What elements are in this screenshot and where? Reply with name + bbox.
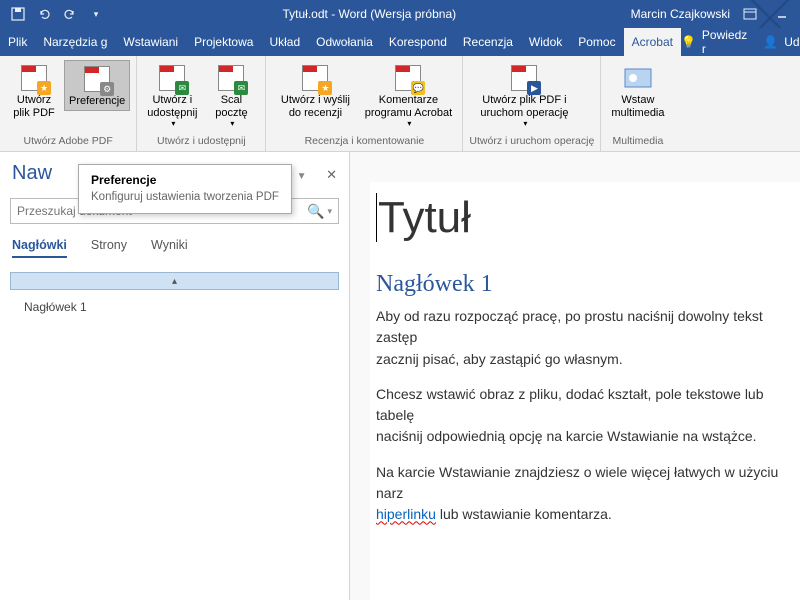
create-send-review-button[interactable]: ★ Utwórz i wyślij do recenzji: [272, 60, 358, 121]
search-dropdown-icon[interactable]: ▾: [327, 206, 332, 217]
tell-me[interactable]: Powiedz r: [702, 28, 747, 56]
tab-widok[interactable]: Widok: [521, 28, 570, 56]
group-multimedia: Wstaw multimedia Multimedia: [601, 56, 674, 151]
insert-multimedia-button[interactable]: Wstaw multimedia: [607, 60, 668, 121]
tab-odwolania[interactable]: Odwołania: [308, 28, 381, 56]
hyperlink[interactable]: hiperlinku: [376, 506, 436, 522]
document-title[interactable]: Tytuł: [376, 192, 800, 243]
group-label: Utwórz i udostępnij: [143, 133, 259, 149]
tab-narzedzia[interactable]: Narzędzia g: [35, 28, 115, 56]
navigation-pane: Naw ▼ ✕ 🔍 ▾ Nagłówki Strony Wyniki ▴ Nag…: [0, 152, 350, 600]
tab-plik[interactable]: Plik: [0, 28, 35, 56]
tab-pomoc[interactable]: Pomoc: [570, 28, 623, 56]
paragraph[interactable]: Aby od razu rozpocząć pracę, po prostu n…: [376, 306, 800, 370]
tab-wstawianie[interactable]: Wstawiani: [115, 28, 186, 56]
ribbon: ★ Utwórz plik PDF ⚙ Preferencje Utwórz A…: [0, 56, 800, 152]
preferences-button[interactable]: ⚙ Preferencje: [64, 60, 130, 111]
undo-icon[interactable]: [32, 2, 56, 26]
quick-access-toolbar: ▾: [6, 2, 108, 26]
paragraph[interactable]: Na karcie Wstawianie znajdziesz o wiele …: [376, 462, 800, 526]
tab-recenzja[interactable]: Recenzja: [455, 28, 521, 56]
group-create-adobe-pdf: ★ Utwórz plik PDF ⚙ Preferencje Utwórz A…: [0, 56, 137, 151]
share-icon: 👤: [763, 35, 778, 49]
create-pdf-button[interactable]: ★ Utwórz plik PDF: [6, 60, 62, 121]
group-label: Utwórz i uruchom operację: [469, 133, 594, 149]
search-icon[interactable]: 🔍: [307, 203, 324, 220]
nav-tab-results[interactable]: Wyniki: [151, 238, 188, 258]
user-name[interactable]: Marcin Czajkowski: [631, 7, 730, 21]
group-create-share: ✉ Utwórz i udostępnij▾ ✉ Scal pocztę▾ Ut…: [137, 56, 266, 151]
group-create-run-action: ▶ Utwórz plik PDF i uruchom operację▾ Ut…: [463, 56, 601, 151]
page[interactable]: Tytuł Nagłówek 1 Aby od razu rozpocząć p…: [370, 182, 800, 600]
heading-1[interactable]: Nagłówek 1: [376, 271, 800, 298]
group-review-comment: ★ Utwórz i wyślij do recenzji 💬 Komentar…: [266, 56, 463, 151]
nav-title: Naw: [12, 162, 52, 185]
document-area: Tytuł Nagłówek 1 Aby od razu rozpocząć p…: [350, 152, 800, 600]
collapse-all-button[interactable]: ▴: [10, 272, 339, 290]
tab-uklad[interactable]: Układ: [261, 28, 308, 56]
create-share-button[interactable]: ✉ Utwórz i udostępnij▾: [143, 60, 201, 130]
heading-item[interactable]: Nagłówek 1: [0, 294, 349, 320]
ribbon-tabs: Plik Narzędzia g Wstawiani Projektowa Uk…: [0, 28, 800, 56]
nav-tab-pages[interactable]: Strony: [91, 238, 127, 258]
titlebar: ▾ Tytuł.odt - Word (Wersja próbna) Marci…: [0, 0, 800, 28]
tab-projektowanie[interactable]: Projektowa: [186, 28, 261, 56]
nav-tab-headings[interactable]: Nagłówki: [12, 238, 67, 258]
lightbulb-icon: 💡: [681, 35, 696, 49]
tooltip-body: Konfiguruj ustawienia tworzenia PDF: [91, 191, 279, 203]
close-icon[interactable]: ✕: [326, 167, 337, 182]
tooltip-title: Preferencje: [91, 173, 279, 187]
paragraph[interactable]: Chcesz wstawić obraz z pliku, dodać kszt…: [376, 384, 800, 448]
tab-acrobat[interactable]: Acrobat: [624, 28, 681, 56]
window-title: Tytuł.odt - Word (Wersja próbna): [108, 7, 631, 21]
create-pdf-run-action-button[interactable]: ▶ Utwórz plik PDF i uruchom operację▾: [469, 60, 579, 130]
tab-korespondencja[interactable]: Korespond: [381, 28, 455, 56]
nav-tabs: Nagłówki Strony Wyniki: [0, 228, 349, 268]
nav-dropdown-icon[interactable]: ▼: [297, 171, 307, 182]
acrobat-comments-button[interactable]: 💬 Komentarze programu Acrobat▾: [360, 60, 456, 130]
qat-dropdown-icon[interactable]: ▾: [84, 2, 108, 26]
group-label: Utwórz Adobe PDF: [6, 133, 130, 149]
save-icon[interactable]: [6, 2, 30, 26]
redo-icon[interactable]: [58, 2, 82, 26]
tooltip: Preferencje Konfiguruj ustawienia tworze…: [78, 164, 292, 214]
group-label: Multimedia: [607, 133, 668, 149]
group-label: Recenzja i komentowanie: [272, 133, 456, 149]
mail-merge-button[interactable]: ✉ Scal pocztę▾: [203, 60, 259, 130]
share-button[interactable]: Udostępr: [784, 35, 800, 49]
